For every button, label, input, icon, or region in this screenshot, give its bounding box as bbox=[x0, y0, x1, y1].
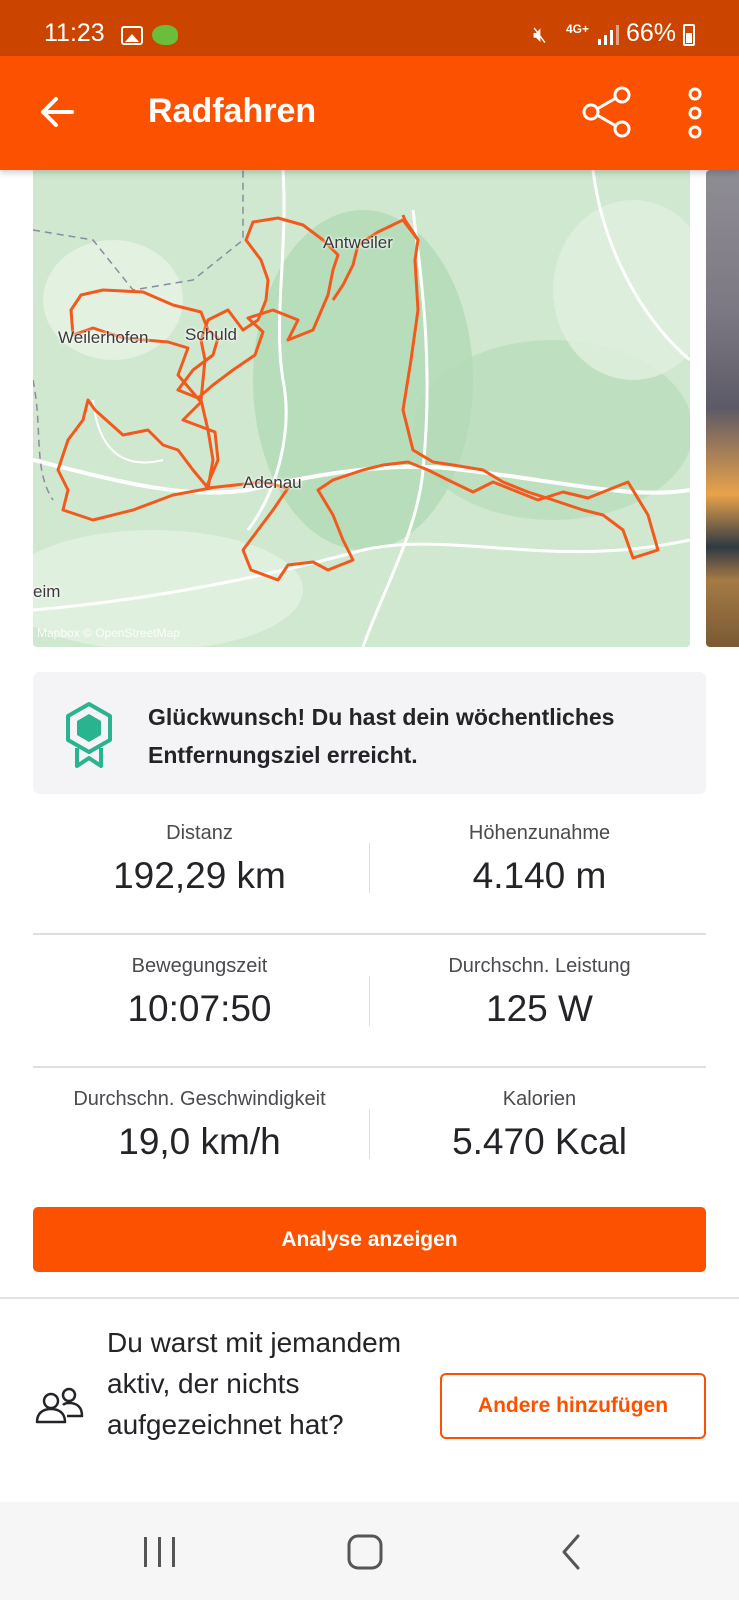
map-place-label: Antweiler bbox=[323, 233, 393, 252]
stat-distance: Distanz 192,29 km bbox=[30, 822, 369, 897]
map-place-label: Weilerhofen bbox=[58, 328, 149, 347]
stat-value: 10:07:50 bbox=[127, 988, 272, 1029]
stat-label: Durchschn. Geschwindigkeit bbox=[73, 1088, 326, 1110]
stat-elevation-gain: Höhenzunahme 4.140 m bbox=[370, 822, 709, 897]
stat-value: 192,29 km bbox=[113, 855, 286, 896]
signal-icon bbox=[598, 25, 619, 45]
map-place-label: Schuld bbox=[185, 325, 237, 344]
goal-achievement-card: Glückwunsch! Du hast dein wöchentliches … bbox=[33, 672, 706, 794]
mute-icon: 🔇︎ bbox=[533, 22, 547, 47]
stat-value: 5.470 Kcal bbox=[452, 1121, 627, 1162]
stat-label: Durchschn. Leistung bbox=[448, 955, 631, 977]
battery-percent: 66% bbox=[626, 19, 677, 47]
stat-value: 4.140 m bbox=[472, 855, 607, 896]
stat-moving-time: Bewegungszeit 10:07:50 bbox=[30, 955, 369, 1030]
system-nav-bar bbox=[0, 1502, 739, 1600]
goal-message: Glückwunsch! Du hast dein wöchentliches … bbox=[148, 704, 615, 768]
row-divider bbox=[33, 933, 706, 935]
status-bar: 11:23 🔇︎ 4G+ 66% bbox=[0, 0, 739, 56]
home-icon[interactable] bbox=[345, 1532, 387, 1572]
more-options-icon[interactable] bbox=[670, 84, 720, 142]
section-divider bbox=[0, 1297, 739, 1299]
recent-apps-icon[interactable] bbox=[140, 1534, 180, 1570]
stat-label: Bewegungszeit bbox=[131, 955, 268, 977]
page-title: Radfahren bbox=[148, 92, 317, 130]
stat-avg-speed: Durchschn. Geschwindigkeit 19,0 km/h bbox=[30, 1088, 369, 1163]
stat-label: Kalorien bbox=[502, 1088, 577, 1110]
row-divider bbox=[33, 1066, 706, 1068]
route-map[interactable]: Antweiler Weilerhofen Schuld Adenau eim … bbox=[33, 170, 690, 647]
group-people-icon bbox=[35, 1387, 84, 1424]
app-bar: Radfahren bbox=[0, 56, 739, 170]
column-divider bbox=[369, 843, 370, 893]
stat-calories: Kalorien 5.470 Kcal bbox=[370, 1088, 709, 1163]
map-place-label: Adenau bbox=[243, 473, 302, 492]
recorded-together-prompt: Du warst mit jemandem aktiv, der nichts … bbox=[107, 1327, 402, 1440]
column-divider bbox=[369, 1109, 370, 1159]
goal-badge-icon bbox=[66, 702, 112, 768]
piggy-notification-icon bbox=[152, 25, 178, 45]
activity-photo-thumbnail[interactable] bbox=[706, 170, 739, 647]
stat-value: 19,0 km/h bbox=[118, 1121, 281, 1162]
share-icon[interactable] bbox=[578, 82, 638, 142]
stat-value: 125 W bbox=[486, 988, 593, 1029]
add-others-button[interactable]: Andere hinzufügen bbox=[440, 1373, 706, 1439]
back-arrow-icon[interactable] bbox=[30, 84, 86, 140]
nav-back-icon[interactable] bbox=[556, 1532, 586, 1572]
stat-avg-power: Durchschn. Leistung 125 W bbox=[370, 955, 709, 1030]
show-analysis-button[interactable]: Analyse anzeigen bbox=[33, 1207, 706, 1272]
column-divider bbox=[369, 976, 370, 1026]
map-place-label: eim bbox=[33, 582, 61, 601]
status-time: 11:23 bbox=[44, 19, 105, 47]
network-type: 4G+ bbox=[566, 22, 590, 36]
stat-label: Höhenzunahme bbox=[468, 822, 611, 844]
stat-label: Distanz bbox=[166, 822, 233, 844]
battery-icon bbox=[683, 24, 695, 46]
gallery-notification-icon bbox=[121, 26, 143, 45]
map-attribution[interactable]: Mapbox © OpenStreetMap bbox=[37, 626, 180, 640]
